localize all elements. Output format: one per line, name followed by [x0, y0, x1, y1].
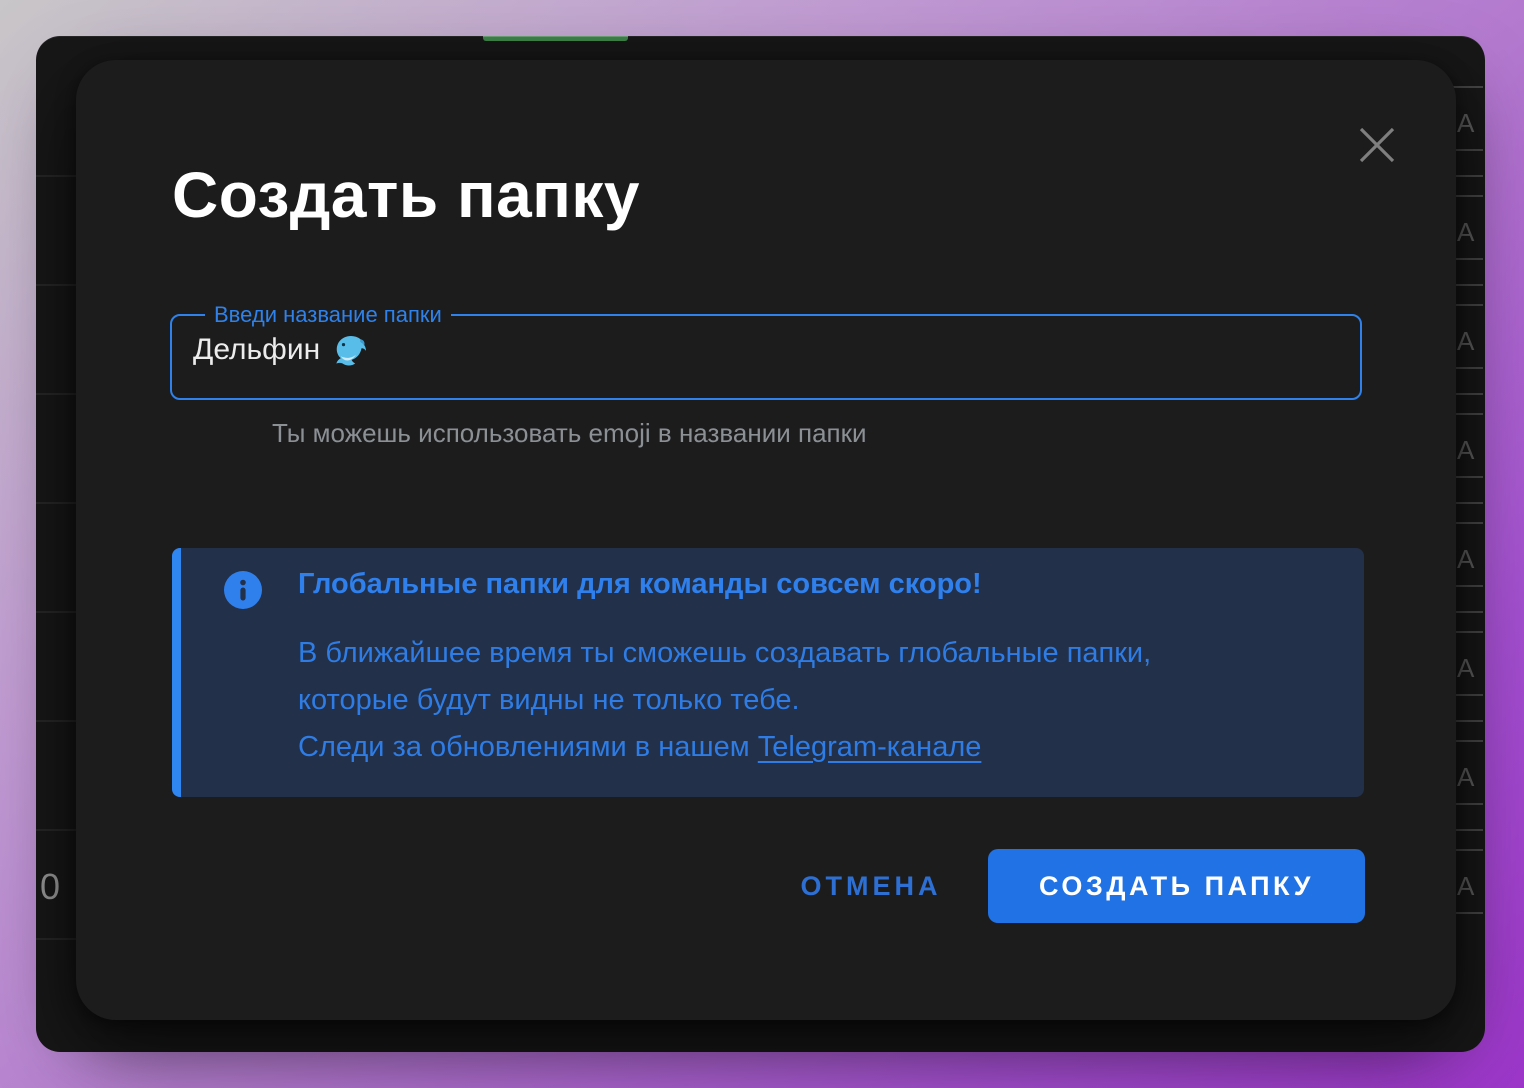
bg-row-separator — [1453, 284, 1483, 286]
notice-line1: В ближайшее время ты сможешь создавать г… — [298, 637, 1151, 669]
bg-row-separator — [1453, 522, 1483, 524]
bg-row-separator — [1453, 585, 1483, 587]
bg-row-label: 0 — [40, 869, 60, 905]
bg-row-separator — [1453, 720, 1483, 722]
bg-row-separator — [36, 611, 76, 613]
cancel-button[interactable]: ОТМЕНА — [776, 856, 966, 916]
bg-row-label: A — [1457, 655, 1474, 681]
bg-row-separator — [36, 284, 76, 286]
folder-name-label: Введи название папки — [205, 302, 451, 328]
bg-row-label: A — [1457, 546, 1474, 572]
telegram-link[interactable]: Telegram-канале — [758, 731, 982, 763]
bg-row-separator — [1453, 195, 1483, 197]
bg-row-separator — [1453, 631, 1483, 633]
folder-name-value: Дельфин — [193, 333, 320, 367]
bg-row-separator — [1453, 803, 1483, 805]
bg-row-separator — [1453, 86, 1483, 88]
bg-row-separator — [1453, 611, 1483, 613]
bg-row-label: A — [1457, 219, 1474, 245]
bg-row-separator — [36, 393, 76, 395]
dialog-title: Создать папку — [172, 158, 640, 232]
notice-body: В ближайшее время ты сможешь создавать г… — [298, 630, 1151, 771]
bg-row-separator — [1453, 413, 1483, 415]
bg-row-separator — [1453, 829, 1483, 831]
bg-row-separator — [36, 829, 76, 831]
bg-row-separator — [1453, 393, 1483, 395]
bg-row-separator — [1453, 476, 1483, 478]
bg-row-separator — [1453, 149, 1483, 151]
bg-row-label: A — [1457, 873, 1474, 899]
bg-row-separator — [1453, 740, 1483, 742]
bg-row-separator — [36, 720, 76, 722]
notice-title: Глобальные папки для команды совсем скор… — [298, 568, 982, 601]
bg-row-separator — [1453, 304, 1483, 306]
dolphin-emoji-icon — [330, 332, 366, 368]
bg-row-separator — [36, 502, 76, 504]
bg-row-separator — [1453, 849, 1483, 851]
create-folder-dialog: Создать папку Введи название папки Дельф… — [76, 60, 1456, 1020]
notice-banner: Глобальные папки для команды совсем скор… — [172, 548, 1364, 797]
bg-row-label: A — [1457, 437, 1474, 463]
bg-row-label: A — [1457, 328, 1474, 354]
field-helper-text: Ты можешь использовать emoji в названии … — [272, 418, 867, 449]
info-icon — [224, 571, 262, 609]
create-folder-button[interactable]: СОЗДАТЬ ПАПКУ — [988, 849, 1365, 923]
bg-row-separator — [36, 175, 76, 177]
close-icon[interactable] — [1357, 125, 1397, 165]
bg-row-label: A — [1457, 110, 1474, 136]
bg-row-separator — [1453, 175, 1483, 177]
notice-accent-bar — [172, 548, 181, 797]
bg-row-separator — [1453, 912, 1483, 914]
bg-row-separator — [1453, 367, 1483, 369]
bg-row-separator — [1453, 258, 1483, 260]
bg-row-separator — [36, 938, 76, 940]
bg-row-separator — [1453, 694, 1483, 696]
notice-line2: которые будут видны не только тебе. — [298, 684, 800, 716]
background-green-bar — [483, 36, 628, 41]
folder-name-field[interactable]: Введи название папки Дельфин — [170, 302, 1362, 400]
notice-line3-prefix: Следи за обновлениями в нашем — [298, 731, 758, 763]
bg-row-separator — [1453, 502, 1483, 504]
bg-row-label: A — [1457, 764, 1474, 790]
